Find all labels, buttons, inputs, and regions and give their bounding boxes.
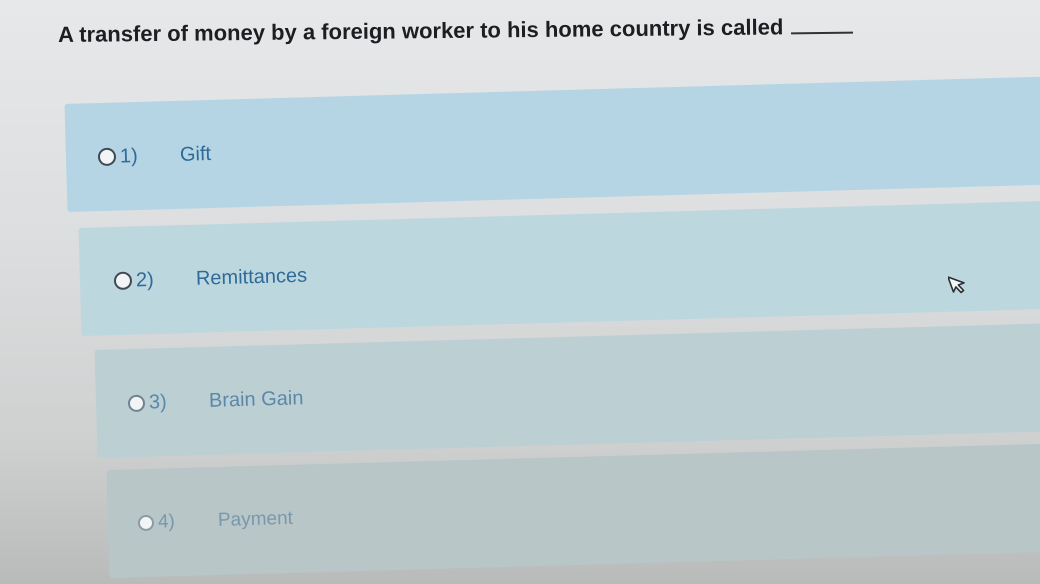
option-number: 3) bbox=[148, 390, 168, 414]
arrow-pointer-icon bbox=[948, 276, 965, 294]
option-number: 2) bbox=[135, 268, 155, 291]
option-label: Payment bbox=[217, 507, 294, 531]
option-3[interactable]: 3) Brain Gain bbox=[94, 322, 1040, 458]
option-label: Brain Gain bbox=[208, 386, 304, 412]
option-label: Gift bbox=[179, 142, 212, 166]
radio-button-icon[interactable] bbox=[113, 271, 133, 291]
radio-button-icon[interactable] bbox=[127, 394, 146, 412]
option-4[interactable]: 4) Payment bbox=[106, 442, 1040, 578]
option-2[interactable]: 2) Remittances bbox=[78, 200, 1040, 336]
question-text: A transfer of money by a foreign worker … bbox=[58, 14, 854, 48]
question-label: A transfer of money by a foreign worker … bbox=[57, 14, 784, 47]
answer-blank bbox=[791, 31, 854, 35]
option-number: 1) bbox=[119, 144, 139, 167]
radio-button-icon[interactable] bbox=[97, 147, 117, 167]
option-number: 4) bbox=[157, 511, 176, 533]
option-label: Remittances bbox=[195, 264, 308, 290]
option-1[interactable]: 1) Gift bbox=[64, 76, 1040, 212]
radio-button-icon[interactable] bbox=[137, 514, 155, 532]
